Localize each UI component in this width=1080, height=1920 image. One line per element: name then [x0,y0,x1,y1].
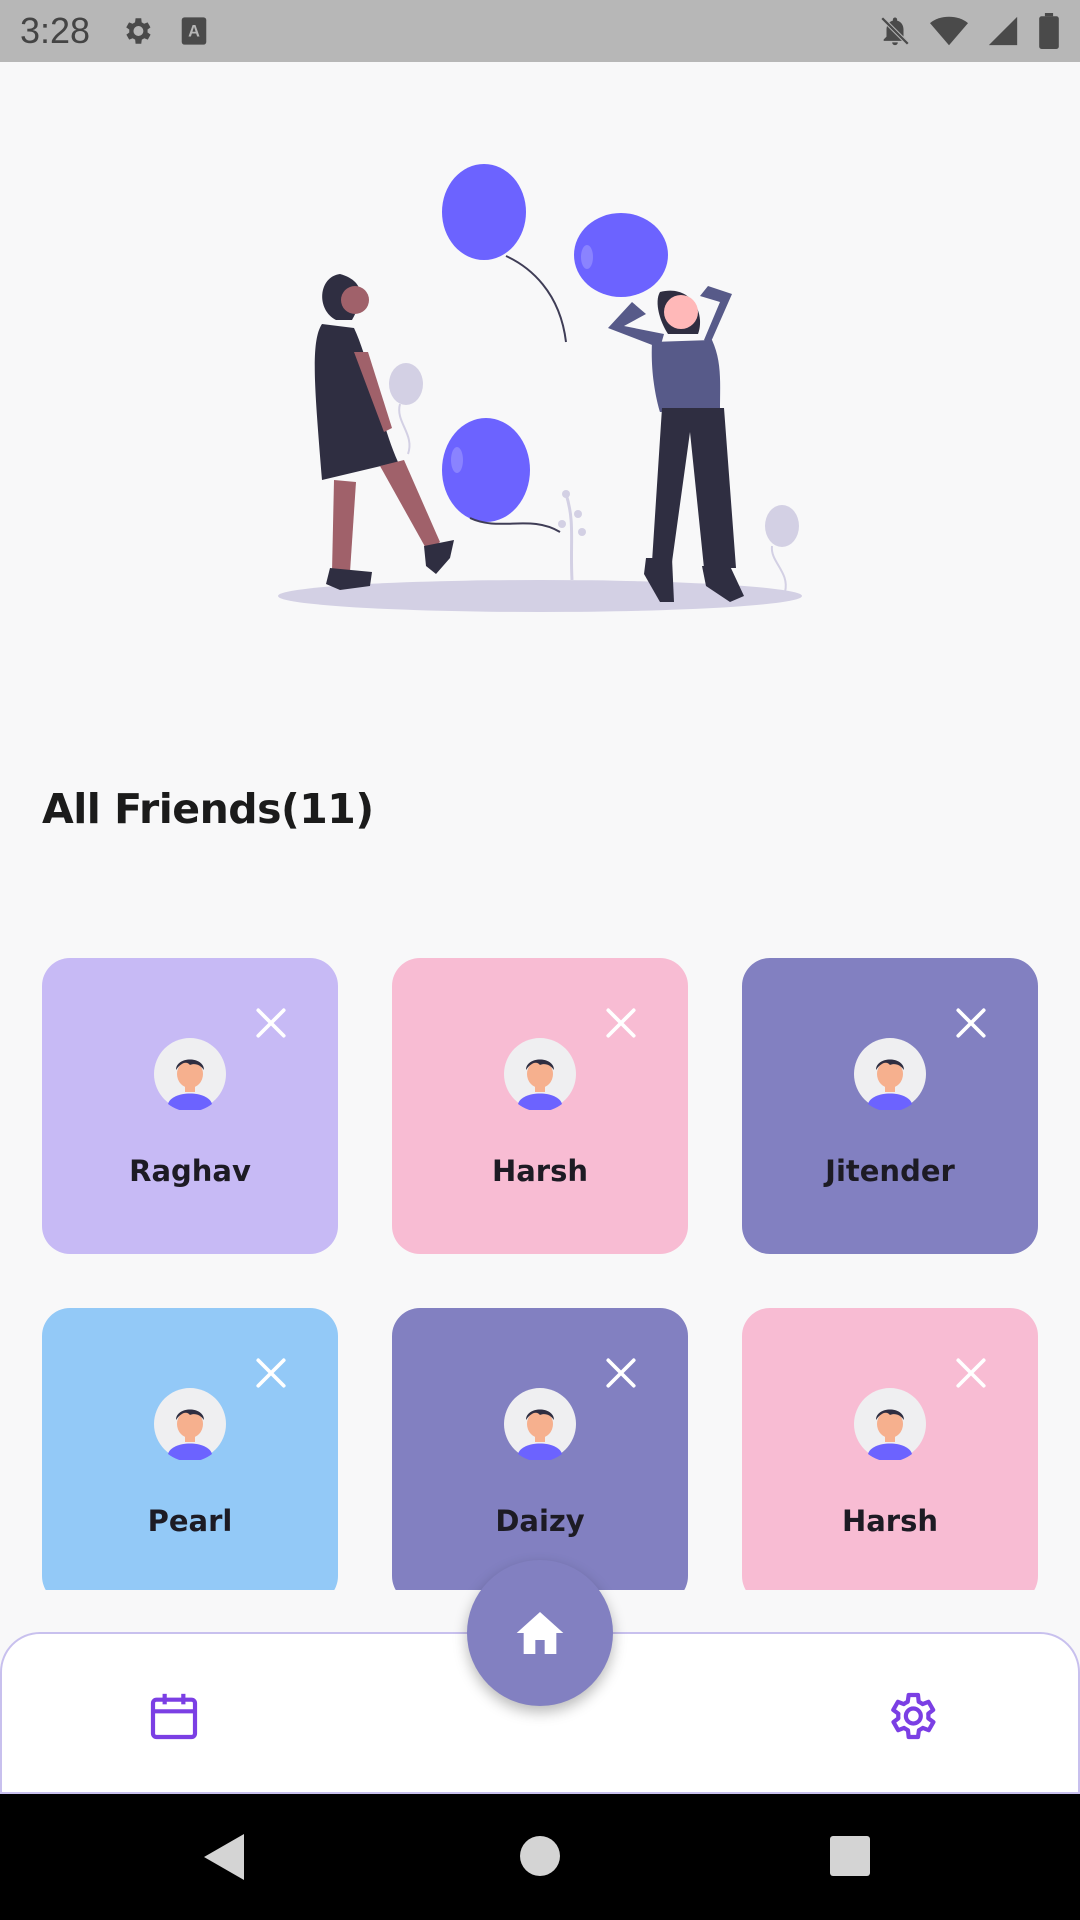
bell-off-icon [880,16,910,46]
home-button[interactable] [467,1560,613,1706]
close-icon[interactable] [954,1006,988,1040]
avatar [504,1388,576,1460]
friend-card[interactable]: Pearl [42,1308,338,1590]
signal-icon [988,16,1018,46]
avatar [854,1388,926,1460]
close-icon[interactable] [604,1006,638,1040]
friend-name: Jitender [825,1154,955,1188]
system-nav-bar [0,1794,1080,1920]
home-icon [516,1612,564,1654]
all-friends-title: All Friends(11) [42,785,374,833]
friend-card[interactable]: Jitender [742,958,1038,1254]
home-circle-icon[interactable] [520,1836,560,1876]
close-icon[interactable] [254,1006,288,1040]
close-icon[interactable] [954,1356,988,1390]
friend-card[interactable]: Daizy [392,1308,688,1590]
avatar [154,1388,226,1460]
friend-card[interactable]: Raghav [42,958,338,1254]
friend-name: Pearl [147,1504,233,1538]
close-icon[interactable] [254,1356,288,1390]
friends-with-balloons-illustration [278,164,802,612]
friend-card[interactable]: Harsh [742,1308,1038,1590]
svg-text:A: A [188,22,200,40]
friend-name: Raghav [129,1154,251,1188]
friend-name: Daizy [495,1504,585,1538]
settings-icon [126,18,151,44]
friend-name: Harsh [841,1504,939,1538]
avatar [154,1038,226,1110]
settings-icon[interactable] [883,1688,939,1744]
status-time: 3:28 [20,10,91,51]
keyboard-a-icon: A [181,17,207,45]
recents-icon[interactable] [830,1836,870,1876]
avatar [854,1038,926,1110]
avatar [504,1038,576,1110]
back-icon[interactable] [204,1834,244,1880]
friends-grid: Raghav Harsh Jitender Pearl Daizy Harsh [0,958,1080,1590]
close-icon[interactable] [604,1356,638,1390]
wifi-icon [930,16,968,46]
status-bar: 3:28 A [0,0,1080,62]
calendar-icon[interactable] [146,1688,202,1744]
friend-name: Harsh [491,1154,589,1188]
friend-card[interactable]: Harsh [392,958,688,1254]
battery-icon [1039,13,1059,49]
